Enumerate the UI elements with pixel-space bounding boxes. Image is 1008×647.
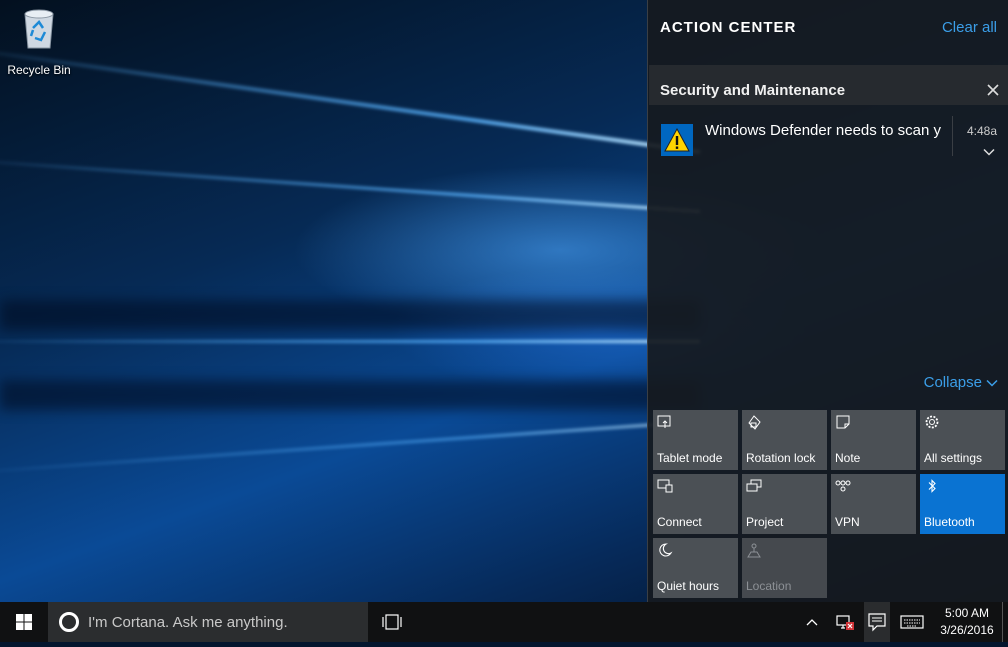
quick-action-tablet-mode[interactable]: Tablet mode — [653, 410, 738, 470]
gear-icon — [925, 415, 939, 429]
action-center-panel: ACTION CENTER Clear all Security and Mai… — [647, 0, 1008, 602]
chevron-up-icon — [806, 619, 818, 626]
quick-action-label: Bluetooth — [924, 515, 975, 529]
quick-action-note[interactable]: Note — [831, 410, 916, 470]
quick-action-label: Rotation lock — [746, 451, 816, 465]
quick-action-location[interactable]: Location — [742, 538, 827, 598]
warning-icon — [661, 124, 693, 156]
windows-logo-icon — [16, 614, 32, 630]
chevron-down-icon[interactable] — [983, 146, 995, 158]
quick-action-label: Quiet hours — [657, 579, 720, 593]
clear-all-link[interactable]: Clear all — [942, 19, 997, 36]
vpn-icon — [835, 480, 851, 492]
taskbar-clock[interactable]: 5:00 AM 3/26/2016 — [936, 605, 998, 639]
notification-group-header[interactable]: Security and Maintenance — [649, 65, 1008, 105]
cortana-icon — [59, 612, 79, 632]
search-placeholder: I'm Cortana. Ask me anything. — [88, 614, 288, 631]
action-center-header: ACTION CENTER Clear all — [660, 19, 997, 39]
quick-action-project[interactable]: Project — [742, 474, 827, 534]
quick-action-bluetooth[interactable]: Bluetooth — [920, 474, 1005, 534]
connect-icon — [657, 479, 673, 493]
collapse-link[interactable]: Collapse — [924, 374, 998, 391]
project-icon — [746, 479, 762, 492]
start-button[interactable] — [0, 602, 48, 642]
notification-divider — [952, 116, 953, 156]
quick-action-label: Tablet mode — [657, 451, 723, 465]
quick-action-quiet-hours[interactable]: Quiet hours — [653, 538, 738, 598]
action-center-icon — [868, 613, 886, 632]
quick-action-vpn[interactable]: VPN — [831, 474, 916, 534]
chevron-down-icon — [986, 380, 998, 387]
quick-action-label: Location — [746, 579, 792, 593]
show-desktop-button[interactable] — [1002, 602, 1008, 642]
collapse-label: Collapse — [923, 374, 982, 391]
note-icon — [836, 415, 850, 429]
tablet-mode-icon — [657, 415, 671, 428]
notification-group-title: Security and Maintenance — [660, 82, 846, 99]
notification-time: 4:48a — [966, 124, 997, 138]
quick-action-rotation-lock[interactable]: Rotation lock — [742, 410, 827, 470]
clock-time: 5:00 AM — [944, 606, 990, 620]
quick-action-label: VPN — [835, 515, 860, 529]
notification-text: Windows Defender needs to scan your — [705, 122, 941, 139]
clock-date: 3/26/2016 — [940, 623, 994, 637]
taskbar: I'm Cortana. Ask me anything. 5:00 AM 3/… — [0, 602, 1008, 642]
quick-action-all-settings[interactable]: All settings — [920, 410, 1005, 470]
bluetooth-icon — [928, 479, 936, 493]
desktop-icon-recycle-bin[interactable]: Recycle Bin — [4, 6, 74, 77]
touch-keyboard-button[interactable] — [898, 602, 926, 642]
cortana-search-box[interactable]: I'm Cortana. Ask me anything. — [48, 602, 368, 642]
close-icon[interactable] — [987, 80, 999, 100]
action-center-button[interactable] — [864, 602, 890, 642]
task-view-icon — [382, 614, 402, 630]
quick-action-connect[interactable]: Connect — [653, 474, 738, 534]
keyboard-icon — [900, 615, 924, 629]
quick-action-label: Note — [835, 451, 861, 465]
action-center-title: ACTION CENTER — [660, 19, 797, 36]
show-hidden-icons-button[interactable] — [800, 602, 824, 642]
rotation-lock-icon — [748, 415, 761, 430]
network-status-button[interactable] — [832, 602, 860, 642]
moon-icon — [659, 543, 673, 557]
quick-action-label: Connect — [657, 515, 702, 529]
desktop-icon-label: Recycle Bin — [7, 63, 71, 77]
notification-item[interactable]: Windows Defender needs to scan your 4:48… — [649, 110, 1008, 170]
recycle-bin-icon — [24, 9, 54, 49]
location-icon — [747, 543, 761, 558]
task-view-button[interactable] — [372, 602, 412, 642]
quick-action-label: All settings — [924, 451, 983, 465]
quick-action-label: Project — [746, 515, 784, 529]
network-disconnected-icon — [836, 615, 854, 630]
